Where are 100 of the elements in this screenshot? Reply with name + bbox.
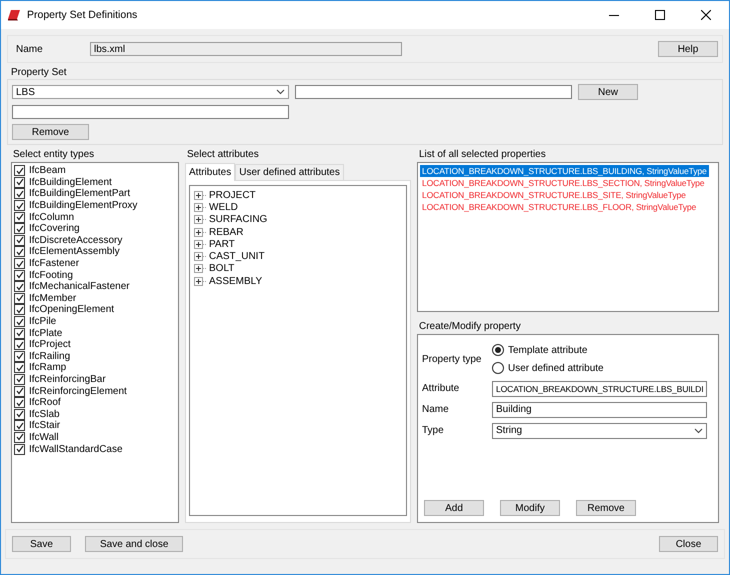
- action-button[interactable]: Remove: [576, 500, 636, 516]
- tab[interactable]: Attributes: [185, 163, 236, 181]
- description-field[interactable]: [12, 105, 289, 119]
- property-list-item[interactable]: LOCATION_BREAKDOWN_STRUCTURE.LBS_BUILDING, StringValueType: [420, 165, 709, 177]
- name-field[interactable]: Building: [492, 402, 707, 418]
- checkbox[interactable]: [14, 432, 25, 443]
- name-field[interactable]: lbs.xml: [90, 42, 402, 56]
- tree-item[interactable]: ASSEMBLY: [209, 276, 262, 287]
- entity-type-label: IfcSlab: [29, 408, 60, 420]
- property-list-item[interactable]: LOCATION_BREAKDOWN_STRUCTURE.LBS_SECTION, StringValueType: [420, 177, 706, 189]
- new-button[interactable]: New: [578, 84, 638, 100]
- remove-button[interactable]: Remove: [12, 124, 89, 140]
- app-icon: [7, 9, 21, 21]
- field-label: Name: [422, 404, 450, 415]
- checkbox[interactable]: [14, 165, 25, 176]
- checkbox[interactable]: [14, 386, 25, 397]
- checkbox[interactable]: [14, 374, 25, 385]
- checkbox[interactable]: [14, 246, 25, 258]
- entity-type-label: IfcFooting: [29, 270, 73, 281]
- checkbox[interactable]: [14, 420, 25, 432]
- dialog-button[interactable]: Save and close: [85, 536, 184, 552]
- property-list-item[interactable]: LOCATION_BREAKDOWN_STRUCTURE.LBS_FLOOR, StringValueType: [420, 201, 698, 213]
- checkbox[interactable]: [14, 328, 25, 339]
- tree-item[interactable]: PROJECT: [209, 190, 256, 201]
- expand-icon[interactable]: [194, 202, 207, 212]
- entity-type-label: IfcPile: [29, 316, 56, 328]
- radio-label: User defined attribute: [508, 362, 604, 374]
- tree-item[interactable]: PART: [209, 238, 235, 250]
- section-label: List of all selected properties: [418, 149, 547, 162]
- entity-type-label: IfcDiscreteAccessory: [29, 234, 122, 246]
- chevron-down-icon: [276, 89, 285, 95]
- expand-icon[interactable]: [194, 228, 207, 237]
- field-label: Type: [422, 425, 445, 436]
- checkbox[interactable]: [14, 408, 25, 420]
- radio-button[interactable]: [492, 344, 504, 356]
- entity-type-label: IfcReinforcingBar: [29, 374, 106, 385]
- entity-type-label: IfcProject: [29, 339, 71, 350]
- checkbox[interactable]: [14, 350, 25, 362]
- checkbox[interactable]: [14, 362, 25, 374]
- tab[interactable]: User defined attributes: [235, 164, 344, 180]
- checkbox[interactable]: [14, 397, 25, 408]
- action-button[interactable]: Add: [424, 500, 484, 516]
- name-label: Name: [16, 44, 44, 54]
- checkbox[interactable]: [14, 212, 25, 223]
- dialog-button[interactable]: Close: [659, 536, 718, 552]
- entity-type-label: IfcBeam: [29, 165, 66, 176]
- expand-icon[interactable]: [194, 252, 207, 262]
- attribute-field[interactable]: LOCATION_BREAKDOWN_STRUCTURE.LBS_BUILDI: [492, 380, 707, 396]
- dialog-button[interactable]: Save: [12, 536, 71, 552]
- action-button[interactable]: Modify: [500, 500, 560, 516]
- field-label: Attribute: [422, 383, 460, 394]
- tree-item[interactable]: BOLT: [209, 263, 234, 274]
- checkbox[interactable]: [14, 281, 25, 292]
- checkbox[interactable]: [14, 444, 25, 455]
- new-name-field[interactable]: [295, 85, 572, 99]
- tree-item[interactable]: SURFACING: [209, 214, 268, 226]
- property-set-dropdown[interactable]: LBS: [12, 85, 289, 99]
- entity-type-label: IfcFastener: [29, 258, 80, 270]
- tree-item[interactable]: REBAR: [209, 226, 244, 238]
- entity-type-label: IfcReinforcingElement: [29, 386, 127, 397]
- property-list-item[interactable]: LOCATION_BREAKDOWN_STRUCTURE.LBS_SITE, StringValueType: [420, 189, 688, 201]
- expand-icon[interactable]: [194, 276, 207, 286]
- checkbox[interactable]: [14, 270, 25, 281]
- section-label: Select attributes: [186, 149, 260, 162]
- chevron-down-icon: [694, 428, 703, 434]
- entity-type-label: IfcBuildingElement: [29, 176, 112, 188]
- checkbox[interactable]: [14, 188, 25, 200]
- checkbox[interactable]: [14, 258, 25, 270]
- checkbox[interactable]: [14, 200, 25, 212]
- tree-item[interactable]: WELD: [209, 202, 238, 213]
- expand-icon[interactable]: [194, 215, 207, 224]
- field-label: Property type: [422, 354, 482, 364]
- checkbox[interactable]: [14, 176, 25, 188]
- checkbox[interactable]: [14, 339, 25, 350]
- radio-label: Template attribute: [508, 344, 588, 356]
- entity-type-label: IfcMember: [29, 292, 76, 304]
- checkbox[interactable]: [14, 223, 25, 234]
- radio-button[interactable]: [492, 362, 504, 374]
- checkbox[interactable]: [14, 304, 25, 316]
- window-title: Property Set Definitions: [27, 9, 138, 21]
- entity-type-label: IfcElementAssembly: [29, 246, 120, 258]
- checkbox[interactable]: [14, 316, 25, 328]
- type-dropdown[interactable]: String: [492, 422, 707, 438]
- section-label: Create/Modify property: [418, 320, 522, 334]
- expand-icon[interactable]: [194, 240, 207, 249]
- expand-icon[interactable]: [194, 264, 207, 274]
- entity-type-label: IfcBuildingElementPart: [29, 188, 130, 200]
- entity-type-label: IfcWallStandardCase: [29, 444, 123, 455]
- entity-type-label: IfcRailing: [29, 350, 70, 362]
- help-button[interactable]: Help: [658, 41, 718, 57]
- entity-type-label: IfcPlate: [29, 328, 62, 339]
- entity-type-label: IfcWall: [29, 432, 59, 443]
- entity-type-label: IfcStair: [29, 420, 60, 432]
- tree-item[interactable]: CAST_UNIT: [209, 251, 265, 262]
- section-label: Select entity types: [12, 149, 96, 162]
- checkbox[interactable]: [14, 292, 25, 304]
- entity-type-label: IfcRamp: [29, 362, 66, 374]
- checkbox[interactable]: [14, 234, 25, 246]
- expand-icon[interactable]: [194, 190, 207, 200]
- group-label: Property Set: [10, 67, 68, 79]
